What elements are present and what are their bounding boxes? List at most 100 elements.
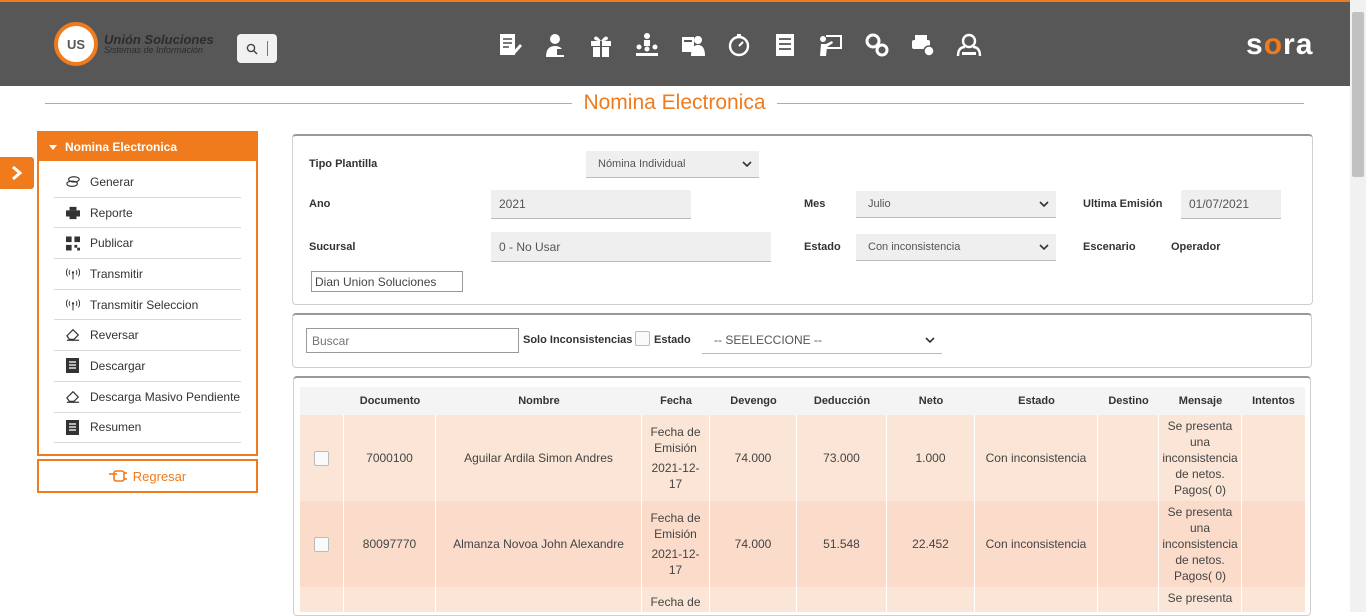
mensaje-cell: Se presenta una inconsistencia de netos.… bbox=[1159, 415, 1242, 501]
sidebar-item-reversar[interactable]: Reversar bbox=[54, 320, 241, 352]
sidebar-item-descarga-masivo-pendiente[interactable]: Descarga Masivo Pendiente bbox=[54, 382, 241, 413]
column-header[interactable]: Mensaje bbox=[1159, 387, 1242, 415]
filter-estado-select[interactable]: -- SEELECCIONE -- bbox=[702, 327, 942, 354]
timer-icon[interactable] bbox=[716, 30, 762, 60]
sidebar-item-resumen[interactable]: Resumen bbox=[54, 413, 241, 444]
sidebar-item-label: Publicar bbox=[90, 236, 134, 251]
estado-select[interactable]: Con inconsistencia bbox=[856, 234, 1056, 261]
ultima-emision-label: Ultima Emisión bbox=[1083, 198, 1163, 210]
page-scroll-thumb[interactable] bbox=[1352, 12, 1364, 177]
neto-cell: 22.452 bbox=[887, 501, 975, 587]
column-header[interactable]: Intentos bbox=[1242, 387, 1305, 415]
users-card-icon[interactable] bbox=[670, 30, 716, 60]
gift-icon[interactable] bbox=[578, 30, 624, 60]
user-worker-icon[interactable] bbox=[532, 30, 578, 60]
estado-label: Estado bbox=[804, 241, 841, 253]
sidebar-item-label: Resumen bbox=[90, 420, 142, 435]
intentos-cell bbox=[1242, 415, 1305, 501]
eraser-icon bbox=[54, 328, 80, 342]
estado-cell: Con inconsistencia bbox=[975, 415, 1098, 501]
document-icon bbox=[54, 419, 80, 435]
sidebar-item-label: Descargar bbox=[90, 358, 146, 373]
mes-select[interactable]: Julio bbox=[856, 191, 1056, 218]
row-checkbox[interactable] bbox=[314, 450, 329, 466]
escenario-value: Operador bbox=[1171, 241, 1221, 253]
global-search-button[interactable] bbox=[237, 34, 277, 63]
users-search-icon[interactable] bbox=[946, 30, 992, 60]
ultima-emision-field[interactable]: 01/07/2021 bbox=[1181, 190, 1281, 219]
sidebar-item-transmitir-seleccion[interactable]: Transmitir Seleccion bbox=[54, 290, 241, 321]
nombre-cell bbox=[436, 587, 642, 612]
column-header[interactable]: Destino bbox=[1098, 387, 1159, 415]
table-row[interactable]: 7000100 Aguilar Ardila Simon Andres Fech… bbox=[300, 415, 1305, 501]
intentos-cell bbox=[1242, 501, 1305, 587]
org-chart-icon[interactable] bbox=[624, 30, 670, 60]
sidebar-title: Nomina Electronica bbox=[65, 140, 178, 154]
column-header[interactable]: Estado bbox=[975, 387, 1098, 415]
back-button[interactable]: Regresar bbox=[37, 459, 258, 493]
column-header[interactable]: Documento bbox=[344, 387, 436, 415]
presentation-icon[interactable] bbox=[808, 30, 854, 60]
search-input[interactable] bbox=[306, 328, 519, 353]
company-logo[interactable]: US Unión Soluciones Sistemas de Informac… bbox=[54, 22, 214, 66]
qr-code-icon bbox=[54, 236, 80, 251]
sidebar-item-reporte[interactable]: Reporte bbox=[54, 198, 241, 229]
document-icon bbox=[54, 358, 80, 374]
eraser-icon bbox=[54, 390, 80, 404]
ano-field[interactable]: 2021 bbox=[491, 190, 691, 219]
tipo-plantilla-value: Nómina Individual bbox=[598, 158, 686, 170]
ano-label: Ano bbox=[309, 198, 331, 210]
sidebar-toggle-button[interactable] bbox=[0, 157, 34, 189]
empresa-field[interactable]: Dian Union Soluciones bbox=[311, 271, 463, 292]
table-row[interactable]: 80097770 Almanza Novoa John Alexandre Fe… bbox=[300, 501, 1305, 587]
column-header[interactable]: Deducción bbox=[797, 387, 887, 415]
sucursal-field[interactable]: 0 - No Usar bbox=[491, 232, 771, 262]
devengo-cell: 74.000 bbox=[710, 501, 797, 587]
destino-cell bbox=[1098, 415, 1159, 501]
sidebar-item-label: Transmitir Seleccion bbox=[90, 297, 199, 312]
documento-cell bbox=[344, 587, 436, 612]
sidebar-menu: Nomina Electronica Generar Reporte Publi… bbox=[37, 131, 258, 456]
chevron-down-icon bbox=[1039, 244, 1049, 251]
deduccion-cell: 51.548 bbox=[797, 501, 887, 587]
column-header[interactable]: Devengo bbox=[710, 387, 797, 415]
tipo-plantilla-select[interactable]: Nómina Individual bbox=[586, 151, 759, 178]
column-header[interactable]: Nombre bbox=[436, 387, 642, 415]
sidebar-item-transmitir[interactable]: Transmitir bbox=[54, 259, 241, 290]
coins-icon bbox=[54, 175, 80, 189]
document-edit-icon[interactable] bbox=[486, 30, 532, 60]
fecha-label: Fecha de Emisión bbox=[650, 511, 701, 541]
mes-value: Julio bbox=[868, 198, 891, 210]
sidebar-item-generar[interactable]: Generar bbox=[54, 167, 241, 198]
antenna-icon bbox=[54, 267, 80, 281]
report-list-icon[interactable] bbox=[762, 30, 808, 60]
filter-estado-value: -- SEELECCIONE -- bbox=[714, 333, 823, 347]
sidebar-item-label: Reversar bbox=[90, 328, 139, 343]
table-row[interactable]: Fecha de Se presenta bbox=[300, 587, 1305, 612]
brand-part-o: o bbox=[1263, 28, 1284, 61]
gears-icon[interactable] bbox=[854, 30, 900, 60]
column-header[interactable]: Fecha bbox=[642, 387, 710, 415]
car-settings-icon[interactable] bbox=[900, 30, 946, 60]
sidebar-item-descargar[interactable]: Descargar bbox=[54, 351, 241, 382]
estado-value: Con inconsistencia bbox=[868, 241, 961, 253]
sidebar-header[interactable]: Nomina Electronica bbox=[39, 133, 256, 161]
documento-cell: 80097770 bbox=[344, 501, 436, 587]
top-header: US Unión Soluciones Sistemas de Informac… bbox=[0, 0, 1350, 86]
filter-estado-label: Estado bbox=[654, 334, 691, 346]
column-header[interactable]: Neto bbox=[887, 387, 975, 415]
solo-inconsistencias-label: Solo Inconsistencias bbox=[523, 334, 633, 346]
mensaje-cell: Se presenta bbox=[1159, 587, 1242, 612]
sidebar-item-publicar[interactable]: Publicar bbox=[54, 228, 241, 260]
row-checkbox[interactable] bbox=[314, 536, 329, 552]
intentos-cell bbox=[1242, 587, 1305, 612]
sucursal-label: Sucursal bbox=[309, 241, 356, 253]
logo-subtitle: Sistemas de Información bbox=[104, 45, 204, 55]
brand-part-s: s bbox=[1246, 28, 1264, 61]
chevron-down-icon bbox=[925, 337, 935, 344]
deduccion-cell: 73.000 bbox=[797, 415, 887, 501]
search-icon bbox=[246, 43, 258, 55]
brand-part-ra: ra bbox=[1283, 28, 1314, 61]
documento-cell: 7000100 bbox=[344, 415, 436, 501]
solo-inconsistencias-checkbox[interactable] bbox=[635, 331, 650, 346]
